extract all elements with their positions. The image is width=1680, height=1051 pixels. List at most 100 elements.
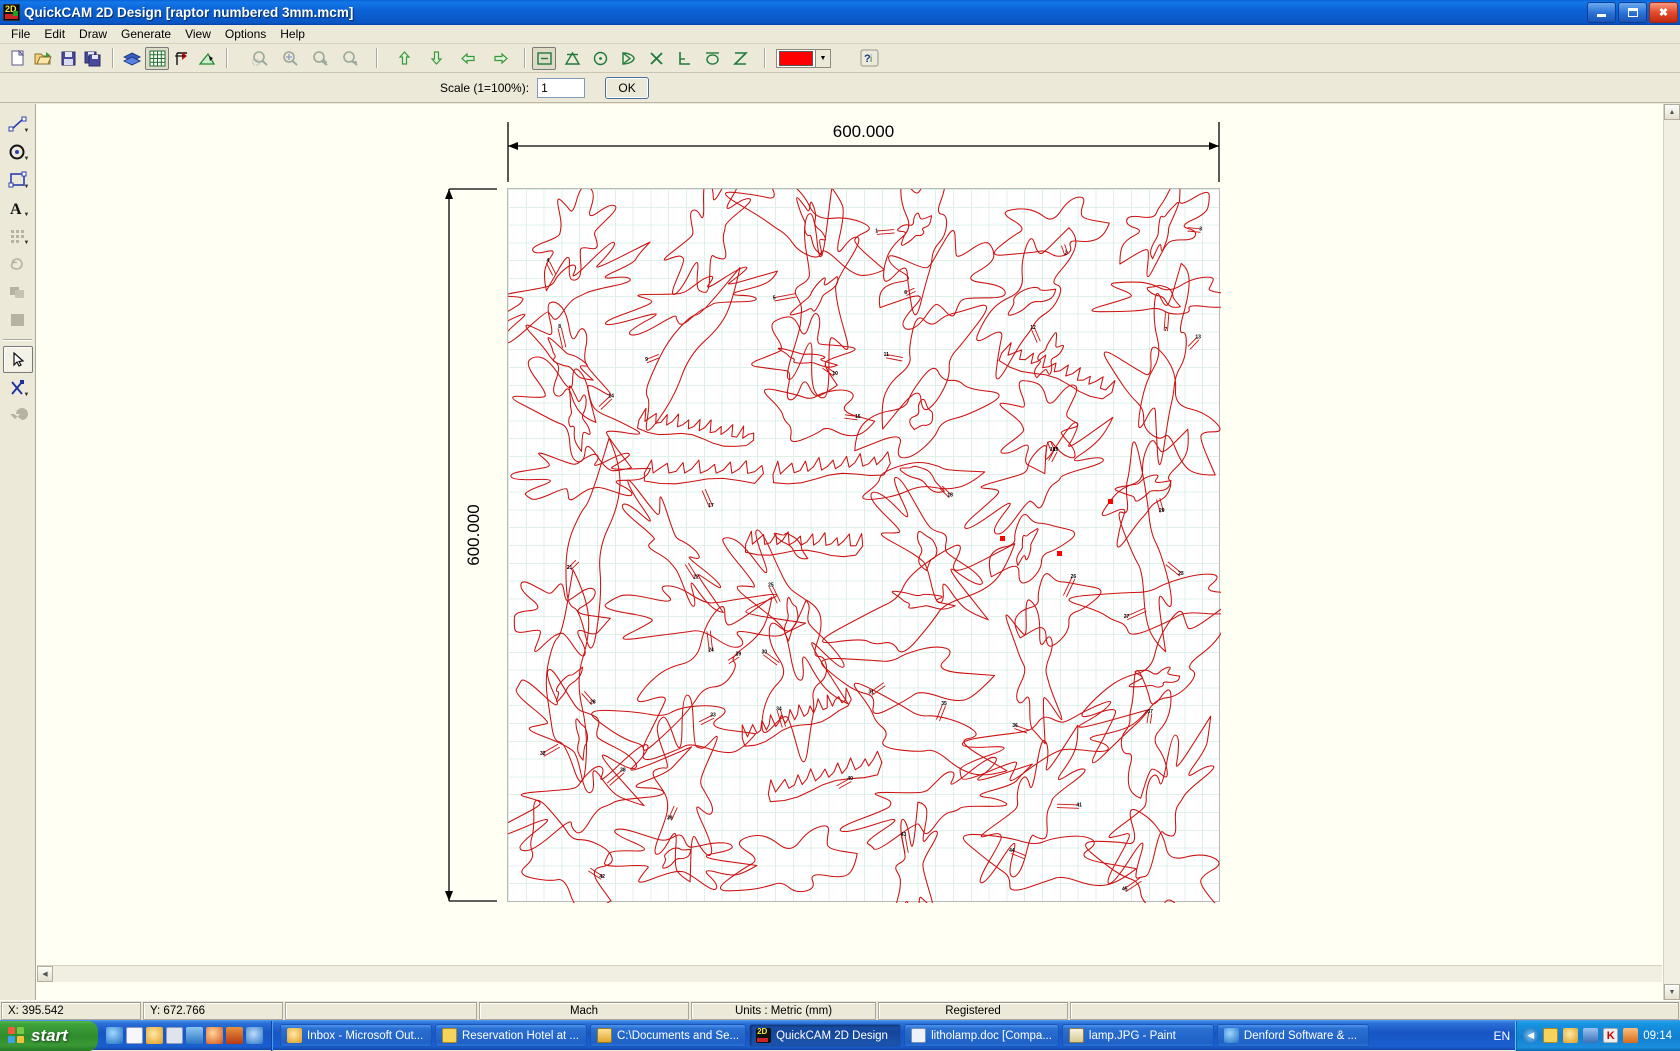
notes-icon[interactable] [166,1027,183,1044]
nesting-sheet[interactable]: 1234567891011121314151617181920212223242… [507,188,1220,902]
scale-ok-button[interactable]: OK [605,77,649,99]
taskbar-item[interactable]: lamp.JPG - Paint [1062,1024,1214,1047]
scroll-left-icon[interactable]: ◀ [37,966,53,982]
zoom-out-icon[interactable] [338,47,362,70]
taskbar-clock[interactable]: 09:14 [1643,1030,1672,1042]
circle-tool-icon[interactable] [588,47,612,70]
arrow-left-icon[interactable] [456,47,480,70]
minimize-button[interactable] [1587,2,1616,23]
save-file-icon[interactable] [56,47,80,70]
corner-tool-icon[interactable] [672,47,696,70]
select-tool-icon[interactable] [3,346,33,373]
part-outlines[interactable]: 1234567891011121314151617181920212223242… [508,189,1221,903]
vertical-scrollbar[interactable]: ▲ ▼ [1663,104,1680,1000]
taskbar-item-label: Denford Software & ... [1244,1030,1357,1042]
taskbar-item[interactable]: Denford Software & ... [1217,1024,1369,1047]
toolbar-separator [226,48,227,68]
title-bar[interactable]: 2D QuickCAM 2D Design [raptor numbered 3… [0,0,1680,25]
chevron-down-icon[interactable]: ▼ [24,184,30,190]
scale-input[interactable] [537,78,585,98]
taskbar-item-label: lamp.JPG - Paint [1089,1030,1176,1042]
circle-tool-icon[interactable]: ▼ [3,138,33,165]
open-file-icon[interactable] [31,47,55,70]
chevron-down-icon[interactable]: ▼ [24,128,30,134]
undo-tool-icon[interactable] [3,402,33,429]
menu-draw[interactable]: Draw [72,25,114,43]
arrow-up-icon[interactable] [392,47,416,70]
tray-chevron-icon[interactable]: ◀ [1523,1028,1538,1043]
ellipse-tool-icon[interactable] [700,47,724,70]
taskbar-item-label: QuickCAM 2D Design [776,1030,888,1042]
taskbar-item-quickcam[interactable]: 2D QuickCAM 2D Design [749,1024,901,1047]
menu-help[interactable]: Help [273,25,312,43]
polyline-tool-icon[interactable] [616,47,640,70]
language-indicator[interactable]: EN [1494,1029,1511,1043]
spiral-tool-icon[interactable] [3,250,33,277]
array-tool-icon[interactable]: ▼ [3,222,33,249]
task-list: Inbox - Microsoft Out... Reservation Hot… [272,1024,1494,1047]
angle-icon[interactable] [195,47,219,70]
search-icon[interactable] [246,1027,263,1044]
chevron-down-icon[interactable]: ▼ [24,156,30,162]
grid-icon[interactable] [145,47,169,70]
fill-tool-icon[interactable] [3,306,33,333]
arrow-right-icon[interactable] [488,47,512,70]
left-tool-palette: ▼ ▼ ▼ A ▼ ▼ [0,104,36,1000]
selected-node-marker [1000,536,1005,541]
maximize-button[interactable] [1618,2,1647,23]
menu-edit[interactable]: Edit [37,25,72,43]
word-icon[interactable] [126,1027,143,1044]
menu-options[interactable]: Options [218,25,273,43]
tray-outlook-icon[interactable] [1563,1028,1578,1043]
menu-file[interactable]: File [4,25,37,43]
new-file-icon[interactable] [6,47,30,70]
layers-icon[interactable] [120,47,144,70]
tray-mail-icon[interactable] [1543,1028,1558,1043]
scroll-up-icon[interactable]: ▲ [1664,104,1680,120]
internet-explorer-icon[interactable] [106,1027,123,1044]
utility-icon[interactable] [226,1027,243,1044]
text-tool-icon[interactable]: A ▼ [3,194,33,221]
save-all-icon[interactable] [81,47,105,70]
show-desktop-icon[interactable] [186,1027,203,1044]
tray-paint-icon[interactable] [1623,1028,1638,1043]
chevron-down-icon[interactable]: ▼ [815,50,830,67]
triangle-tool-icon[interactable] [560,47,584,70]
tray-network-icon[interactable] [1583,1028,1598,1043]
arrow-down-icon[interactable] [424,47,448,70]
taskbar-item[interactable]: C:\Documents and Se... [590,1024,746,1047]
node-edit-icon[interactable]: ▼ [3,374,33,401]
menu-generate[interactable]: Generate [114,25,178,43]
zoom-pan-icon[interactable] [278,47,302,70]
color-picker[interactable]: ▼ [776,49,831,68]
rectangle-tool-icon[interactable]: ▼ [3,166,33,193]
zoom-in-icon[interactable] [308,47,332,70]
status-bar: X: 395.542 Y: 672.766 Mach Units : Metri… [0,1000,1680,1020]
offset-tool-icon[interactable] [3,278,33,305]
close-button[interactable]: ✖ [1649,2,1678,23]
chevron-down-icon[interactable]: ▼ [24,392,30,398]
part-label: 33 [710,713,716,719]
taskbar-item[interactable]: litholamp.doc [Compa... [904,1024,1059,1047]
taskbar-item[interactable]: Reservation Hotel at ... [435,1024,587,1047]
start-button[interactable]: start [0,1021,98,1051]
media-player-icon[interactable] [206,1027,223,1044]
outlook-icon[interactable] [146,1027,163,1044]
chevron-down-icon[interactable]: ▼ [24,212,30,218]
rectangle-tool-icon[interactable] [532,47,556,70]
delete-tool-icon[interactable] [644,47,668,70]
tray-antivirus-icon[interactable]: K [1603,1028,1618,1043]
zoom-window-icon[interactable] [248,47,272,70]
taskbar-item[interactable]: Inbox - Microsoft Out... [280,1024,432,1047]
color-swatch[interactable] [779,51,813,66]
help-about-icon[interactable]: ?i [857,47,881,70]
menu-view[interactable]: View [178,25,218,43]
quickcam-2d-icon[interactable]: 2D [3,4,20,21]
drawing-canvas[interactable]: 600.000 600.000 [37,104,1662,982]
scroll-down-icon[interactable]: ▼ [1664,984,1680,1000]
line-tool-icon[interactable]: ▼ [3,110,33,137]
hourglass-tool-icon[interactable] [728,47,752,70]
chevron-down-icon[interactable]: ▼ [24,240,30,246]
horizontal-scrollbar[interactable]: ◀ ▶ [37,965,1662,982]
snap-icon[interactable] [170,47,194,70]
